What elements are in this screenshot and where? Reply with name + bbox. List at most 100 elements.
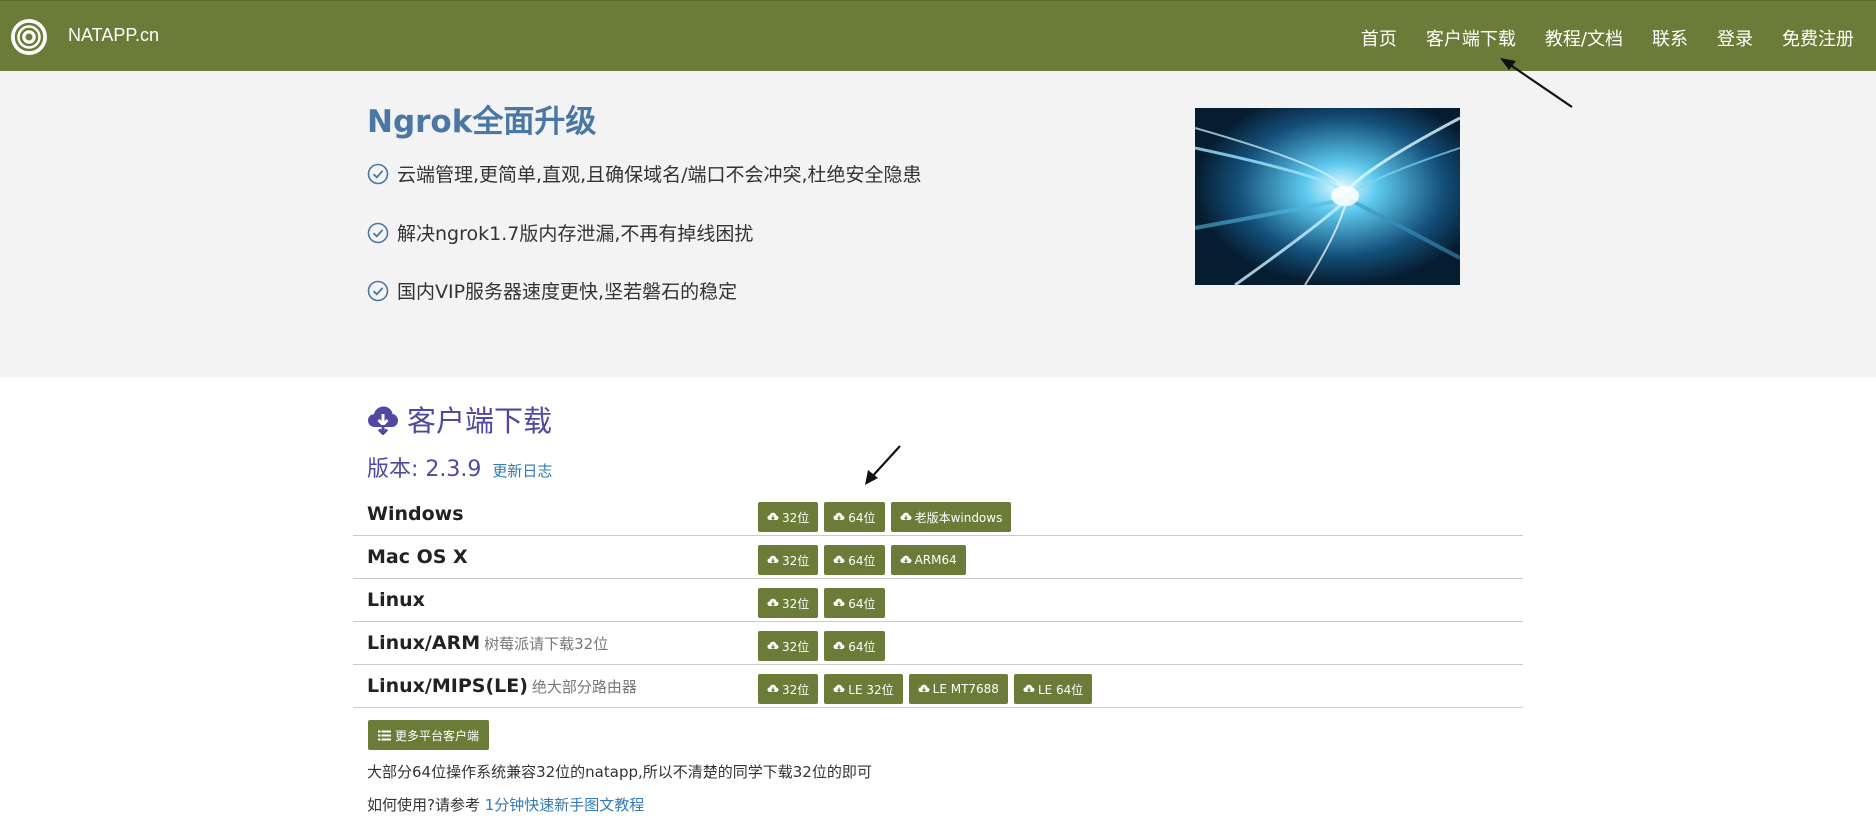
- download-button[interactable]: 32位: [758, 674, 819, 704]
- download-button[interactable]: 32位: [758, 631, 819, 661]
- download-button[interactable]: 老版本windows: [890, 502, 1012, 532]
- cloud-download-icon: [368, 406, 398, 435]
- cloud-download-icon: [833, 641, 845, 650]
- nav-register[interactable]: 免费注册: [1782, 25, 1854, 51]
- nav-home[interactable]: 首页: [1361, 25, 1397, 51]
- list-icon: [378, 730, 391, 740]
- top-navbar: NATAPP.cn 首页 客户端下载 教程/文档 联系 登录 免费注册: [0, 0, 1876, 71]
- cloud-download-icon: [767, 512, 779, 521]
- check-circle-icon: [367, 280, 389, 301]
- download-button[interactable]: 64位: [824, 631, 885, 661]
- cloud-download-icon: [833, 598, 845, 607]
- button-label: 64位: [848, 639, 876, 654]
- download-button[interactable]: 64位: [824, 502, 885, 532]
- howto-note: 如何使用?请参考 1分钟快速新手图文教程: [367, 794, 644, 815]
- tutorial-link[interactable]: 1分钟快速新手图文教程: [485, 796, 645, 814]
- download-button[interactable]: ARM64: [890, 545, 966, 575]
- download-button[interactable]: 32位: [758, 502, 819, 532]
- button-label: 老版本windows: [914, 510, 1003, 525]
- download-button[interactable]: LE MT7688: [908, 674, 1008, 704]
- download-button[interactable]: 64位: [824, 588, 885, 618]
- feature-item: 云端管理,更简单,直观,且确保域名/端口不会冲突,杜绝安全隐患: [367, 160, 922, 187]
- cloud-download-icon: [833, 555, 845, 564]
- download-title-text: 客户端下载: [407, 404, 553, 438]
- cloud-download-icon: [767, 684, 779, 693]
- changelog-link[interactable]: 更新日志: [492, 462, 552, 480]
- nav-client-download[interactable]: 客户端下载: [1426, 25, 1516, 51]
- download-row-windows: Windows 32位 64位 老版本windows: [353, 493, 1523, 536]
- download-row-linux-arm: Linux/ARM 树莓派请下载32位 32位 64位: [353, 622, 1523, 665]
- annotation-arrow-icon: [865, 445, 901, 485]
- cloud-download-icon: [918, 684, 930, 693]
- cloud-download-icon: [900, 555, 912, 564]
- nav-tutorial-docs[interactable]: 教程/文档: [1545, 25, 1623, 51]
- check-circle-icon: [367, 163, 389, 184]
- button-label: 32位: [782, 682, 810, 697]
- download-row-macos: Mac OS X 32位 64位 ARM64: [353, 536, 1523, 579]
- more-platforms-label: 更多平台客户端: [395, 728, 480, 743]
- download-button[interactable]: 32位: [758, 588, 819, 618]
- button-label: ARM64: [914, 553, 957, 567]
- version-label: 版本: 2.3.9: [367, 457, 482, 482]
- cloud-download-icon: [833, 512, 845, 521]
- cloud-download-icon: [767, 598, 779, 607]
- button-label: 32位: [782, 639, 810, 654]
- button-label: 64位: [848, 553, 876, 568]
- os-name: Windows: [367, 503, 464, 525]
- download-table: Windows 32位 64位 老版本windows Mac OS X 32位 …: [353, 493, 1523, 708]
- download-buttons: 32位 64位 ARM64: [758, 545, 972, 575]
- feature-item: 解决ngrok1.7版内存泄漏,不再有掉线困扰: [367, 219, 753, 246]
- cloud-download-icon: [1023, 684, 1035, 693]
- compat-note: 大部分64位操作系统兼容32位的natapp,所以不清楚的同学下载32位的即可: [367, 763, 872, 781]
- os-label: Linux/MIPS(LE): [367, 675, 528, 697]
- cloud-download-icon: [767, 555, 779, 564]
- check-circle-icon: [367, 222, 389, 243]
- download-row-linux-mips: Linux/MIPS(LE) 绝大部分路由器 32位 LE 32位 LE MT76…: [353, 665, 1523, 708]
- os-label: Mac OS X: [367, 546, 468, 568]
- download-buttons: 32位 64位: [758, 631, 891, 661]
- cloud-download-icon: [900, 512, 912, 521]
- button-label: 32位: [782, 553, 810, 568]
- hero-section: Ngrok全面升级 云端管理,更简单,直观,且确保域名/端口不会冲突,杜绝安全隐…: [0, 71, 1876, 377]
- os-label: Linux/ARM: [367, 632, 481, 654]
- download-buttons: 32位 64位 老版本windows: [758, 502, 1017, 532]
- feature-text: 国内VIP服务器速度更快,坚若磐石的稳定: [397, 281, 738, 303]
- button-label: LE 32位: [848, 682, 894, 697]
- os-name: Linux/ARM 树莓派请下载32位: [367, 632, 608, 654]
- main-nav: 首页 客户端下载 教程/文档 联系 登录 免费注册: [1332, 25, 1854, 51]
- feature-text: 云端管理,更简单,直观,且确保域名/端口不会冲突,杜绝安全隐患: [397, 164, 922, 186]
- button-label: 64位: [848, 510, 876, 525]
- cloud-download-icon: [767, 641, 779, 650]
- download-row-linux: Linux 32位 64位: [353, 579, 1523, 622]
- os-note: 绝大部分路由器: [531, 678, 637, 696]
- os-name: Linux/MIPS(LE) 绝大部分路由器: [367, 675, 637, 697]
- feature-item: 国内VIP服务器速度更快,坚若磐石的稳定: [367, 277, 737, 304]
- button-label: 64位: [848, 596, 876, 611]
- button-label: LE 64位: [1037, 682, 1084, 697]
- cloud-download-icon: [833, 684, 845, 693]
- download-button[interactable]: LE 64位: [1013, 674, 1093, 704]
- more-platforms-button[interactable]: 更多平台客户端: [368, 720, 490, 750]
- os-name: Mac OS X: [367, 546, 468, 568]
- download-button[interactable]: 64位: [824, 545, 885, 575]
- download-button[interactable]: 32位: [758, 545, 819, 575]
- nav-contact[interactable]: 联系: [1652, 25, 1688, 51]
- logo-icon[interactable]: [10, 18, 48, 56]
- download-buttons: 32位 LE 32位 LE MT7688 LE 64位: [758, 674, 1098, 704]
- download-button[interactable]: LE 32位: [824, 674, 903, 704]
- os-note: 树莓派请下载32位: [484, 635, 609, 653]
- os-label: Linux: [367, 589, 425, 611]
- nav-login[interactable]: 登录: [1717, 25, 1753, 51]
- tunnel-image: [1195, 108, 1460, 285]
- feature-text: 解决ngrok1.7版内存泄漏,不再有掉线困扰: [397, 223, 754, 245]
- button-label: LE MT7688: [932, 682, 999, 696]
- howto-prefix: 如何使用?请参考: [367, 796, 480, 814]
- version-line: 版本: 2.3.9 更新日志: [367, 451, 552, 483]
- button-label: 32位: [782, 510, 810, 525]
- os-label: Windows: [367, 503, 464, 525]
- os-name: Linux: [367, 589, 425, 611]
- download-buttons: 32位 64位: [758, 588, 891, 618]
- hero-title: Ngrok全面升级: [367, 104, 597, 140]
- button-label: 32位: [782, 596, 810, 611]
- brand-name[interactable]: NATAPP.cn: [68, 25, 159, 46]
